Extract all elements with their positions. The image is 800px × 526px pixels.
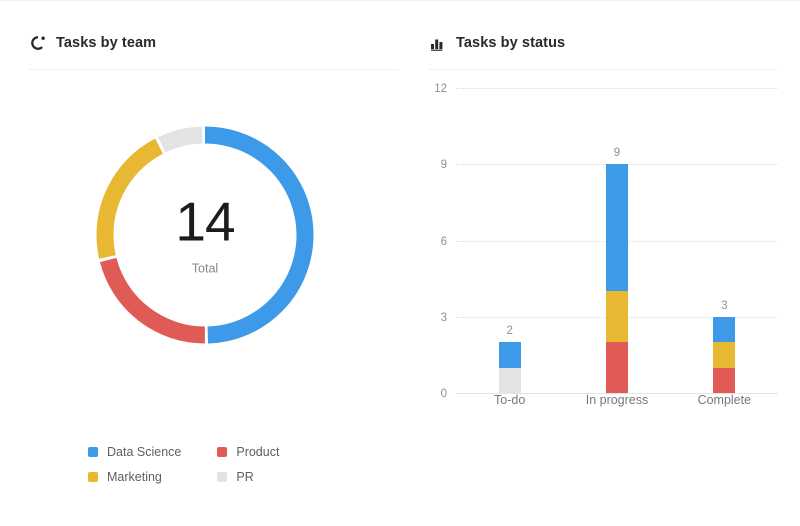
bar-segment-data-science[interactable] [605,164,628,292]
tasks-by-status-panel: Tasks by status 12 9 6 3 0 2 9 3 To-do I… [410,1,800,526]
tasks-by-team-panel: Tasks by team 14 Total Data Science Prod… [0,1,410,526]
bar-chart: 12 9 6 3 0 2 9 3 To-do In progress Compl… [410,70,800,407]
donut-chart: 14 Total [0,70,410,400]
bar-series-container: 2 9 3 [456,88,778,393]
bar-segment-product[interactable] [713,367,736,393]
bar-segment-product[interactable] [605,342,628,393]
legend-item-pr[interactable]: PR [217,470,279,484]
y-tick-label: 6 [440,235,447,248]
bar-stack [605,164,628,393]
legend-label: Data Science [107,445,182,459]
legend-item-data-science[interactable]: Data Science [88,445,181,459]
bar-total-label: 9 [613,147,621,160]
y-tick-label: 0 [440,388,447,400]
legend-label: Product [236,445,280,459]
donut-chart-svg [96,126,314,344]
tasks-by-status-header: Tasks by status [410,23,800,63]
legend-item-product[interactable]: Product [217,445,279,459]
x-tick-label-to-do: To-do [494,393,526,407]
bar-segment-marketing[interactable] [605,291,628,343]
tasks-by-team-header: Tasks by team [0,23,410,63]
bar-segment-marketing[interactable] [713,342,736,368]
panel-title: Tasks by status [456,35,566,51]
legend-label: Marketing [107,470,162,484]
bar-chart-icon [431,39,443,51]
x-axis-labels: To-do In progress Complete [456,393,778,407]
y-tick-label: 3 [440,311,447,324]
y-tick-label: 12 [434,83,447,95]
bar-segment-data-science[interactable] [713,316,736,343]
y-tick-label: 9 [440,159,447,172]
bar-group-complete[interactable]: 3 [671,88,778,393]
dashboard-root: Tasks by team 14 Total Data Science Prod… [0,0,800,526]
legend-swatch-marketing [88,472,98,482]
legend-swatch-pr [217,472,228,482]
bar-stack [713,316,736,393]
legend-item-marketing[interactable]: Marketing [88,470,181,484]
legend-swatch-product [217,447,228,457]
bar-segment-pr[interactable] [498,367,521,393]
bar-group-in-progress[interactable]: 9 [563,88,670,393]
bar-chart-plot-area: 12 9 6 3 0 2 9 3 [434,83,778,400]
tasks-by-team-legend: Data Science Product Marketing PR [88,445,279,484]
bar-segment-data-science[interactable] [498,342,521,368]
panel-title: Tasks by team [56,35,157,51]
bar-stack [498,342,521,393]
donut-chart-icon [31,36,45,50]
bar-total-label: 3 [721,299,728,312]
bar-total-label: 2 [506,325,513,338]
legend-swatch-data-science [88,447,98,457]
x-tick-label-complete: Complete [697,393,752,407]
legend-label: PR [236,470,254,484]
bar-group-to-do[interactable]: 2 [456,88,563,393]
x-tick-label-in-progress: In progress [585,393,649,407]
